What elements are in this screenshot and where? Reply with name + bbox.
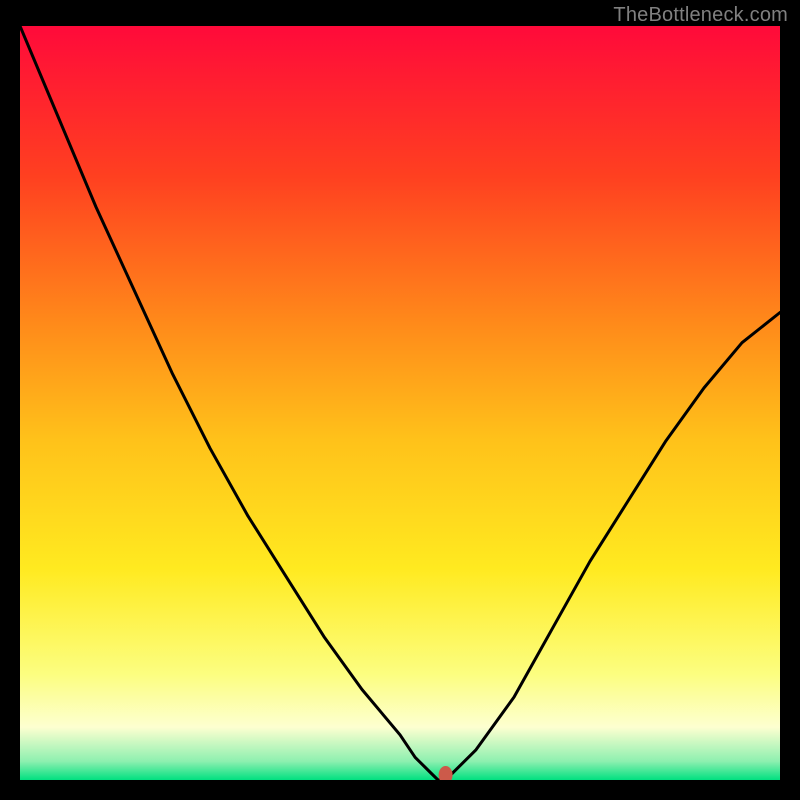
chart-frame: TheBottleneck.com (0, 0, 800, 800)
plot-area (20, 26, 780, 780)
watermark-label: TheBottleneck.com (613, 4, 788, 27)
chart-svg (20, 26, 780, 780)
gradient-background (20, 26, 780, 780)
